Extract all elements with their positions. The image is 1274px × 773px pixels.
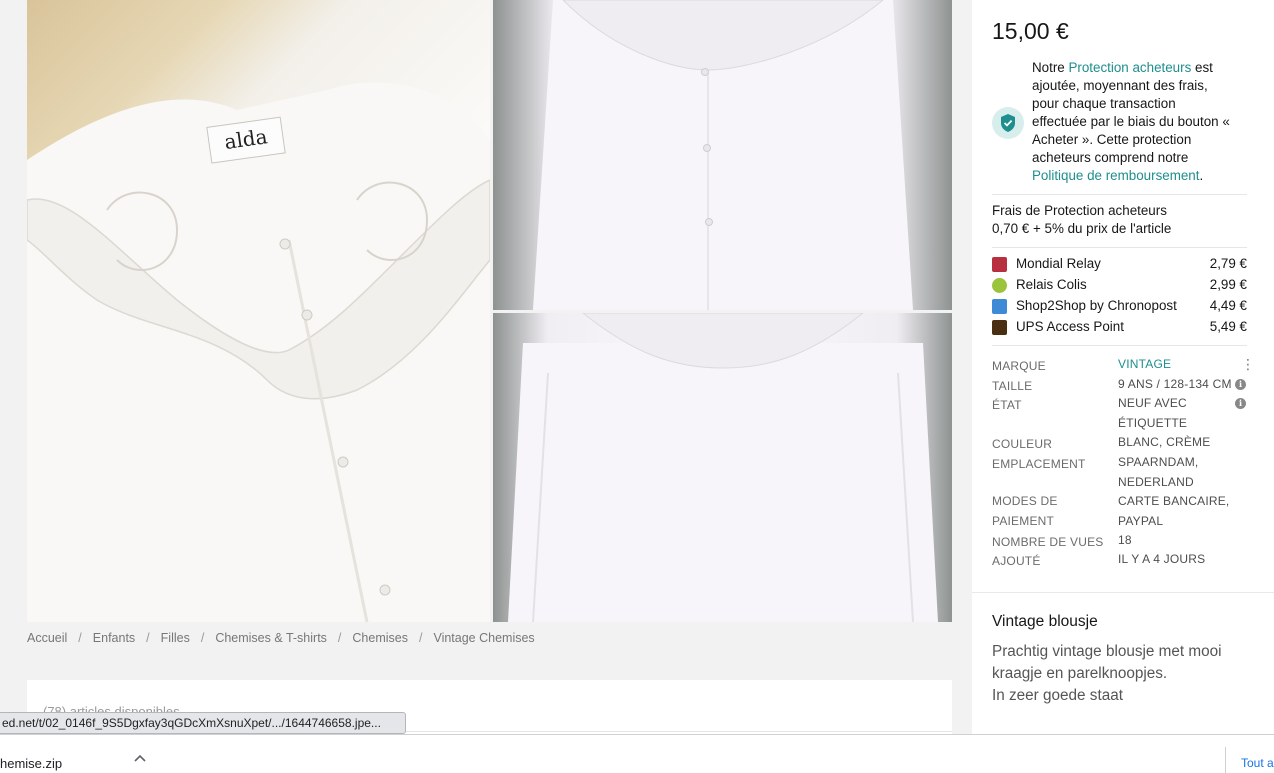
breadcrumb-separator: / (146, 631, 150, 645)
info-icon[interactable]: i (1235, 379, 1246, 390)
show-all-button[interactable]: Tout a (1241, 756, 1274, 770)
photo-gallery: alda (27, 0, 952, 622)
breadcrumb: Accueil / Enfants / Filles / Chemises & … (27, 631, 535, 645)
buyer-protection-link[interactable]: Protection acheteurs (1068, 60, 1191, 75)
shipping-price: 2,79 € (1209, 256, 1247, 271)
shipping-price: 4,49 € (1209, 298, 1247, 313)
breadcrumb-vintage-chemises[interactable]: Vintage Chemises (433, 631, 534, 645)
views-value: 18 (1118, 533, 1132, 547)
shipping-name: Shop2Shop by Chronopost (1016, 298, 1177, 313)
status-bar-url: ed.net/t/02_0146f_9S5Dgxfay3qGDcXmXsnuXp… (0, 712, 406, 734)
download-file-name[interactable]: hemise.zip (0, 756, 62, 771)
divider (992, 247, 1247, 248)
color-label: COULEUR (992, 437, 1053, 451)
shield-icon (992, 107, 1024, 139)
item-title: Vintage blousje (992, 613, 1098, 630)
blouse-collar-photo: alda (27, 82, 490, 622)
protection-fee-label: Frais de Protection acheteurs (992, 203, 1167, 218)
ups-icon (992, 320, 1007, 335)
breadcrumb-chemises-tshirts[interactable]: Chemises & T-shirts (215, 631, 327, 645)
brand-value[interactable]: VINTAGE (1118, 355, 1238, 375)
relais-colis-icon (992, 278, 1007, 293)
protection-fee-value: 0,70 € + 5% du prix de l'article (992, 221, 1172, 236)
added-value: IL Y A 4 JOURS (1118, 552, 1206, 566)
more-options-icon[interactable]: ⋮ (1241, 356, 1255, 373)
download-bar: hemise.zip Tout a (0, 734, 1274, 773)
mondial-relay-icon (992, 257, 1007, 272)
breadcrumb-separator: / (418, 631, 423, 645)
divider (1225, 747, 1226, 773)
condition-label: ÉTAT (992, 398, 1022, 412)
color-value: BLANC, CRÈME (1118, 435, 1211, 449)
buyer-protection-text: Notre Protection acheteurs est ajoutée, … (1032, 59, 1232, 185)
size-label: TAILLE (992, 379, 1033, 393)
breadcrumb-enfants[interactable]: Enfants (93, 631, 135, 645)
location-label: EMPLACEMENT (992, 457, 1086, 471)
shipping-option-relais-colis: Relais Colis 2,99 € (992, 276, 1247, 296)
divider (992, 194, 1247, 195)
chevron-up-icon[interactable] (133, 752, 147, 766)
breadcrumb-separator: / (200, 631, 205, 645)
shipping-option-ups: UPS Access Point 5,49 € (992, 318, 1247, 338)
item-details-sidebar: 15,00 € Notre Protection acheteurs est a… (972, 0, 1274, 773)
divider (992, 345, 1247, 346)
breadcrumb-chemises[interactable]: Chemises (352, 631, 408, 645)
shipping-name: UPS Access Point (1016, 319, 1124, 334)
shipping-name: Mondial Relay (1016, 256, 1101, 271)
added-label: AJOUTÉ (992, 554, 1041, 568)
item-price: 15,00 € (992, 18, 1069, 44)
location-value: SPAARNDAM, NEDERLAND (1118, 455, 1199, 489)
payment-value: CARTE BANCAIRE, PAYPAL (1118, 494, 1230, 528)
breadcrumb-home[interactable]: Accueil (27, 631, 67, 645)
shipping-price: 2,99 € (1209, 277, 1247, 292)
refund-policy-link[interactable]: Politique de remboursement (1032, 168, 1199, 183)
views-label: NOMBRE DE VUES (992, 535, 1104, 549)
protection-text-part: est ajoutée, moyennant des frais, pour c… (1032, 60, 1230, 165)
item-description: Prachtig vintage blousje met mooi kraagj… (992, 643, 1222, 704)
photo-main[interactable]: alda (27, 0, 490, 622)
shipping-option-chronopost: Shop2Shop by Chronopost 4,49 € (992, 297, 1247, 317)
photo-secondary-2[interactable] (493, 313, 952, 622)
photo-secondary-1[interactable] (493, 0, 952, 310)
payment-label: MODES DE PAIEMENT (992, 494, 1058, 528)
shipping-option-mondial-relay: Mondial Relay 2,79 € (992, 255, 1247, 275)
shipping-price: 5,49 € (1209, 319, 1247, 334)
condition-value: NEUF AVEC ÉTIQUETTE (1118, 396, 1188, 430)
blouse-back-photo (508, 313, 938, 622)
shipping-name: Relais Colis (1016, 277, 1087, 292)
breadcrumb-filles[interactable]: Filles (161, 631, 190, 645)
brand-label: MARQUE (992, 359, 1046, 373)
chronopost-icon (992, 299, 1007, 314)
info-icon[interactable]: i (1235, 398, 1246, 409)
protection-text-part: . (1199, 168, 1204, 183)
breadcrumb-separator: / (337, 631, 342, 645)
breadcrumb-separator: / (78, 631, 82, 645)
divider (972, 592, 1274, 593)
blouse-front-photo (533, 0, 913, 310)
protection-text-part: Notre (1032, 60, 1069, 75)
